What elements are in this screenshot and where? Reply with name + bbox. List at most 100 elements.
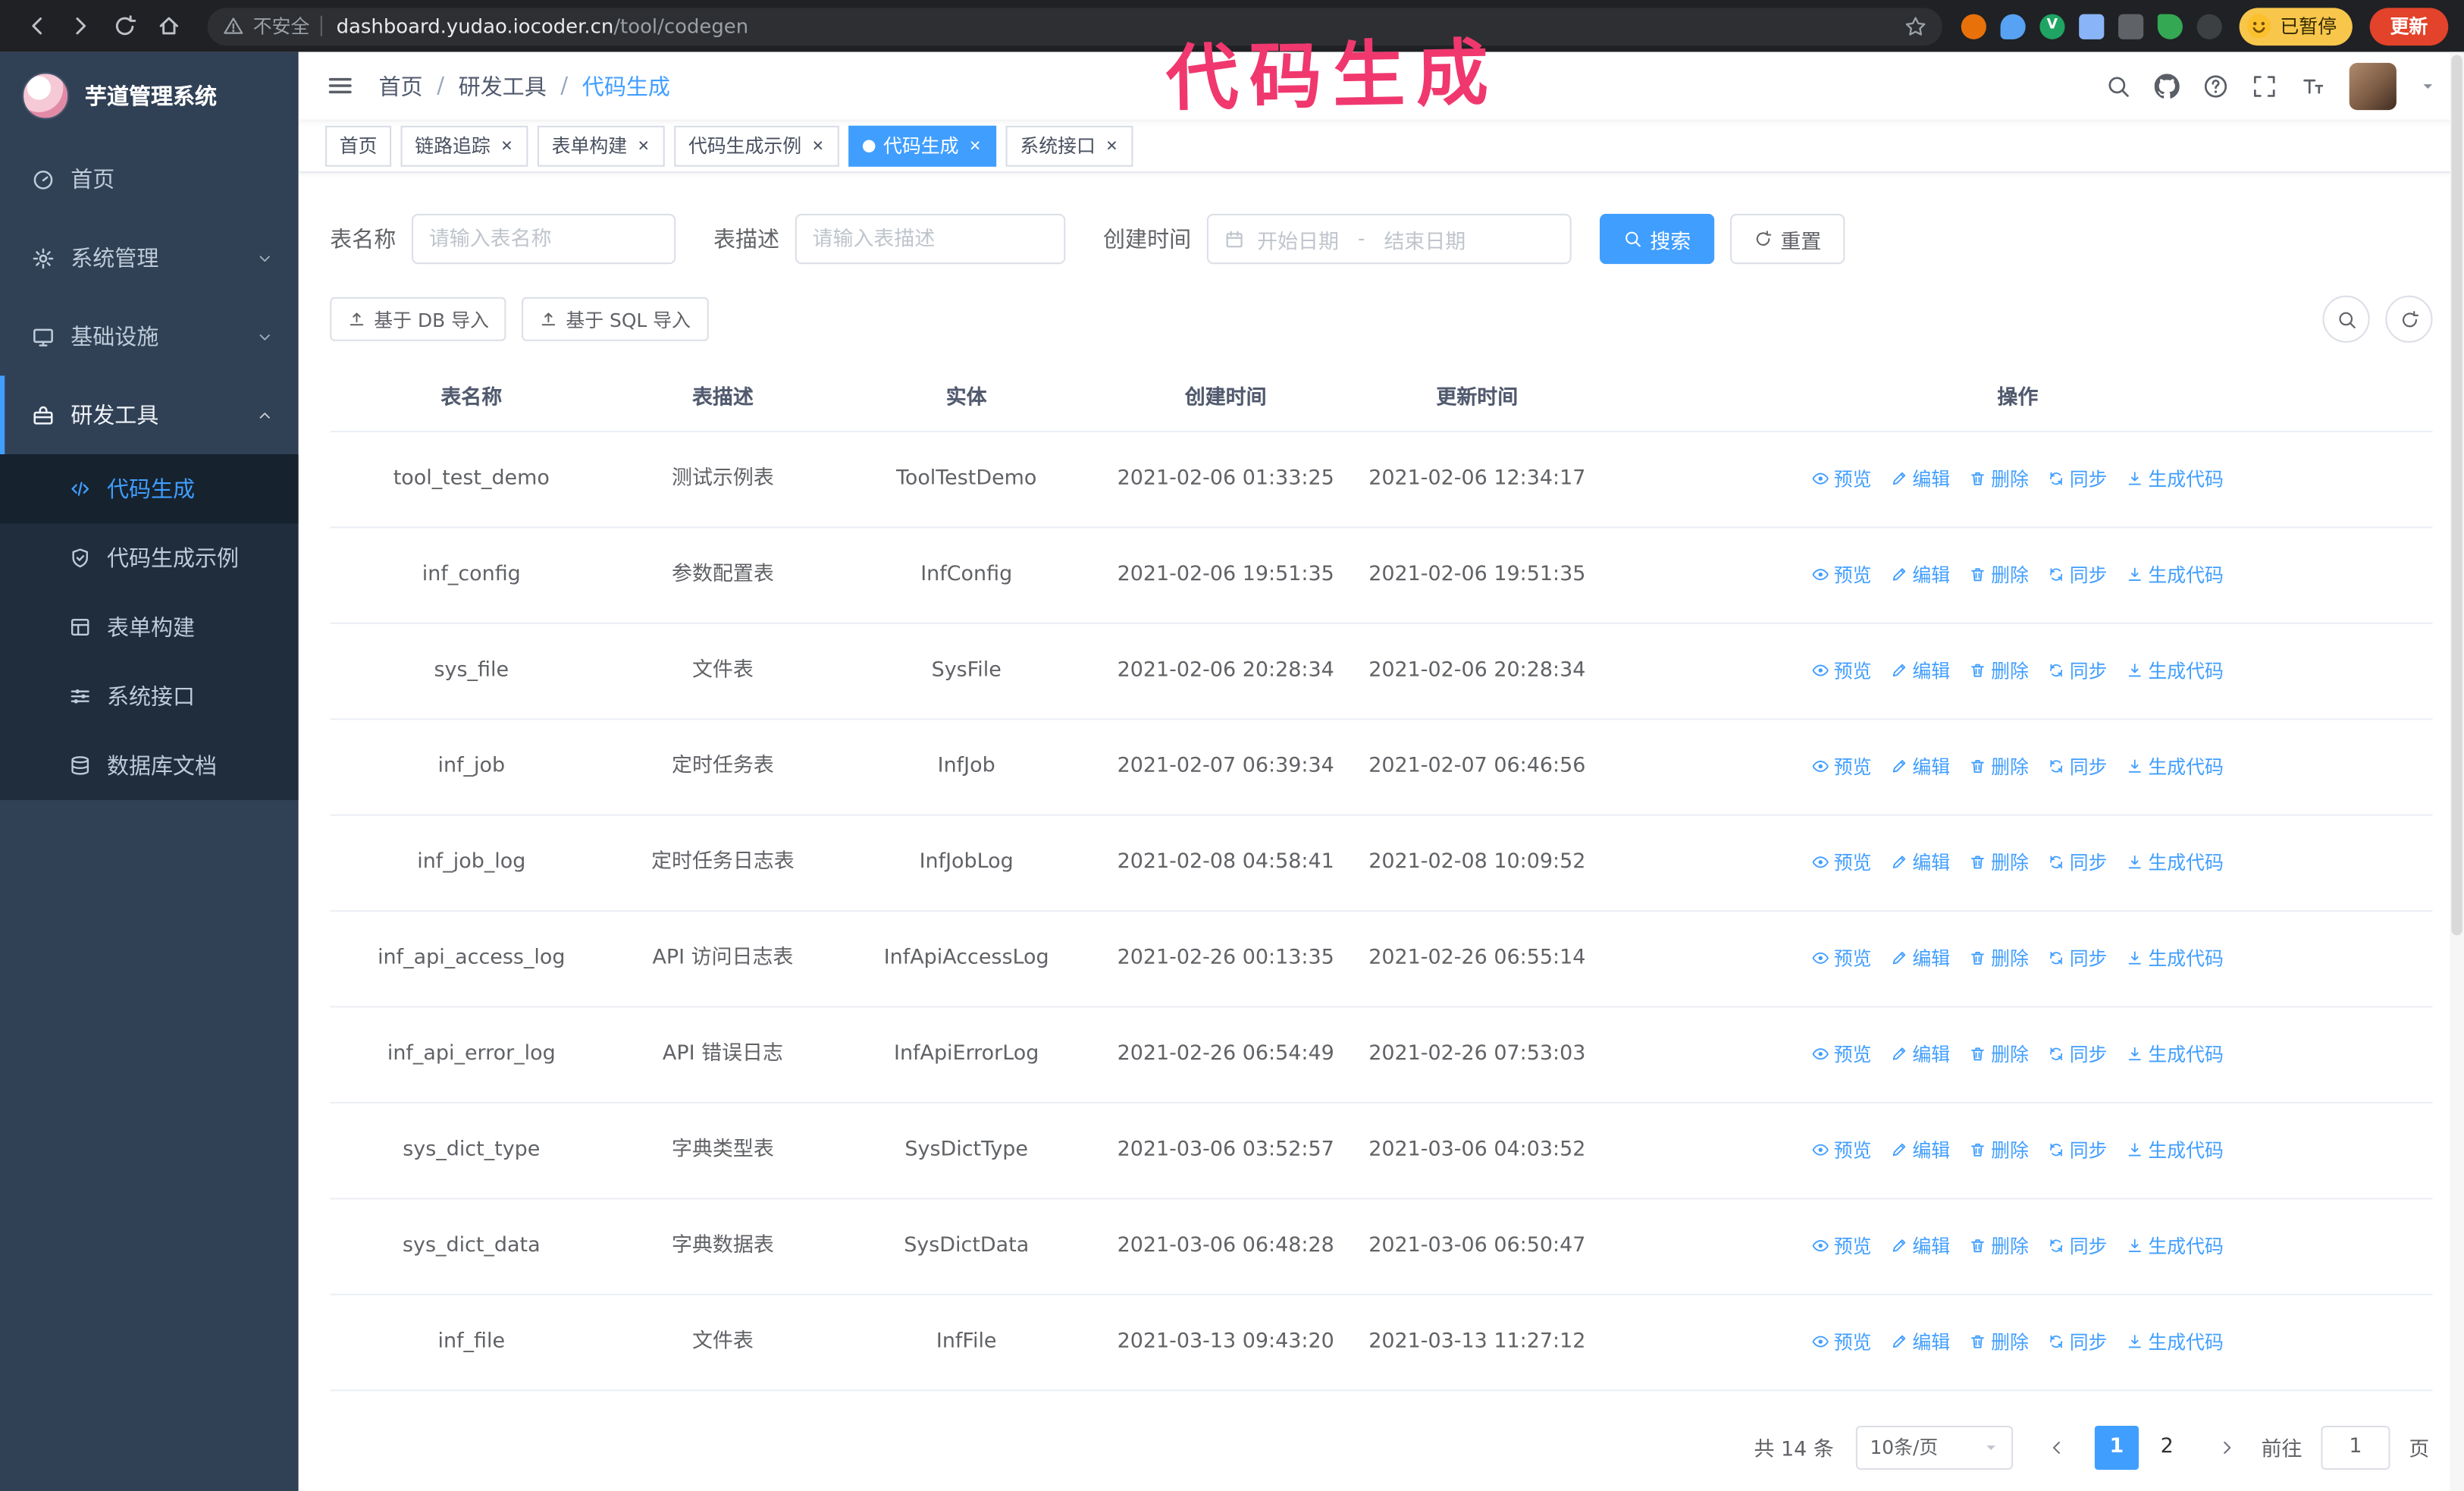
sidebar-item-system-api[interactable]: 系统接口 xyxy=(0,662,299,731)
extension-icon-5[interactable] xyxy=(2118,13,2144,39)
import-sql-button[interactable]: 基于 SQL 导入 xyxy=(522,297,708,341)
toggle-search-button[interactable] xyxy=(2322,295,2370,343)
hamburger-icon[interactable] xyxy=(327,72,353,99)
edit-link[interactable]: 编辑 xyxy=(1890,1232,1950,1260)
profile-paused-badge[interactable]: 已暂停 xyxy=(2239,7,2353,46)
preview-link[interactable]: 预览 xyxy=(1812,848,1872,876)
search-icon[interactable] xyxy=(2105,73,2130,98)
generate-code-link[interactable]: 生成代码 xyxy=(2126,848,2224,876)
app-logo[interactable]: 芋道管理系统 xyxy=(0,52,299,140)
sync-link[interactable]: 同步 xyxy=(2048,944,2108,972)
close-icon[interactable] xyxy=(968,138,983,152)
extension-icon-4[interactable] xyxy=(2079,13,2105,39)
edit-link[interactable]: 编辑 xyxy=(1890,752,1950,780)
sidebar-item-codegen[interactable]: 代码生成 xyxy=(0,454,299,524)
delete-link[interactable]: 删除 xyxy=(1969,1327,2029,1355)
preview-link[interactable]: 预览 xyxy=(1812,1327,1872,1355)
sidebar-item-home[interactable]: 首页 xyxy=(0,140,299,218)
delete-link[interactable]: 删除 xyxy=(1969,656,2029,684)
scrollbar[interactable] xyxy=(2450,52,2464,1491)
sync-link[interactable]: 同步 xyxy=(2048,464,2108,492)
edit-link[interactable]: 编辑 xyxy=(1890,848,1950,876)
preview-link[interactable]: 预览 xyxy=(1812,752,1872,780)
github-icon[interactable] xyxy=(2155,73,2180,98)
search-button[interactable]: 搜索 xyxy=(1600,213,1715,265)
sync-link[interactable]: 同步 xyxy=(2048,1040,2108,1068)
preview-link[interactable]: 预览 xyxy=(1812,1040,1872,1068)
preview-link[interactable]: 预览 xyxy=(1812,464,1872,492)
sidebar-item-dev-tools[interactable]: 研发工具 xyxy=(0,375,299,455)
sidebar-item-form-builder[interactable]: 表单构建 xyxy=(0,592,299,661)
sync-link[interactable]: 同步 xyxy=(2048,848,2108,876)
edit-link[interactable]: 编辑 xyxy=(1890,944,1950,972)
refresh-table-button[interactable] xyxy=(2385,295,2433,343)
home-icon[interactable] xyxy=(148,5,189,46)
generate-code-link[interactable]: 生成代码 xyxy=(2126,1136,2224,1164)
page-number-button[interactable]: 1 xyxy=(2094,1424,2139,1469)
edit-link[interactable]: 编辑 xyxy=(1890,656,1950,684)
generate-code-link[interactable]: 生成代码 xyxy=(2126,656,2224,684)
delete-link[interactable]: 删除 xyxy=(1969,752,2029,780)
bookmark-star-icon[interactable] xyxy=(1904,15,1926,37)
sidebar-item-db-doc[interactable]: 数据库文档 xyxy=(0,731,299,800)
sync-link[interactable]: 同步 xyxy=(2048,752,2108,780)
sidebar-item-infrastructure[interactable]: 基础设施 xyxy=(0,297,299,376)
tab[interactable]: 代码生成示例 xyxy=(674,124,839,166)
sidebar-item-codegen-example[interactable]: 代码生成示例 xyxy=(0,523,299,592)
import-db-button[interactable]: 基于 DB 导入 xyxy=(330,297,506,341)
table-desc-input[interactable] xyxy=(795,213,1066,265)
generate-code-link[interactable]: 生成代码 xyxy=(2126,944,2224,972)
preview-link[interactable]: 预览 xyxy=(1812,560,1872,589)
preview-link[interactable]: 预览 xyxy=(1812,656,1872,684)
generate-code-link[interactable]: 生成代码 xyxy=(2126,752,2224,780)
delete-link[interactable]: 删除 xyxy=(1969,944,2029,972)
extension-icon-7[interactable] xyxy=(2196,13,2222,39)
preview-link[interactable]: 预览 xyxy=(1812,1232,1872,1260)
user-avatar[interactable] xyxy=(2349,61,2397,110)
create-time-range-picker[interactable]: 开始日期 - 结束日期 xyxy=(1206,213,1572,265)
preview-link[interactable]: 预览 xyxy=(1812,944,1872,972)
generate-code-link[interactable]: 生成代码 xyxy=(2126,464,2224,492)
delete-link[interactable]: 删除 xyxy=(1969,848,2029,876)
close-icon[interactable] xyxy=(1105,138,1119,152)
tab[interactable]: 表单构建 xyxy=(537,124,665,166)
close-icon[interactable] xyxy=(500,138,514,152)
breadcrumb-devtools[interactable]: 研发工具 xyxy=(459,70,547,101)
prev-page-button[interactable] xyxy=(2035,1425,2079,1469)
generate-code-link[interactable]: 生成代码 xyxy=(2126,1327,2224,1355)
delete-link[interactable]: 删除 xyxy=(1969,464,2029,492)
edit-link[interactable]: 编辑 xyxy=(1890,1327,1950,1355)
close-icon[interactable] xyxy=(811,138,826,152)
next-page-button[interactable] xyxy=(2205,1425,2249,1469)
edit-link[interactable]: 编辑 xyxy=(1890,464,1950,492)
browser-update-button[interactable]: 更新 xyxy=(2369,7,2449,46)
edit-link[interactable]: 编辑 xyxy=(1890,1136,1950,1164)
breadcrumb-home[interactable]: 首页 xyxy=(379,70,423,101)
question-icon[interactable] xyxy=(2203,73,2228,98)
tab[interactable]: 链路追踪 xyxy=(400,124,528,166)
page-size-select[interactable]: 10条/页 xyxy=(1855,1424,2014,1469)
tab[interactable]: 代码生成 xyxy=(848,124,997,166)
delete-link[interactable]: 删除 xyxy=(1969,1136,2029,1164)
tab[interactable]: 首页 xyxy=(325,124,392,166)
delete-link[interactable]: 删除 xyxy=(1969,1040,2029,1068)
goto-page-input[interactable] xyxy=(2321,1424,2390,1469)
preview-link[interactable]: 预览 xyxy=(1812,1136,1872,1164)
font-size-icon[interactable] xyxy=(2300,73,2325,98)
caret-down-icon[interactable] xyxy=(2420,78,2436,94)
forward-icon[interactable] xyxy=(60,5,101,46)
extension-icon-6[interactable] xyxy=(2157,13,2183,39)
sync-link[interactable]: 同步 xyxy=(2048,560,2108,589)
reset-button[interactable]: 重置 xyxy=(1730,213,1845,265)
page-number-button[interactable]: 2 xyxy=(2145,1424,2190,1469)
fullscreen-icon[interactable] xyxy=(2252,73,2277,98)
sync-link[interactable]: 同步 xyxy=(2048,1327,2108,1355)
generate-code-link[interactable]: 生成代码 xyxy=(2126,1040,2224,1068)
generate-code-link[interactable]: 生成代码 xyxy=(2126,1232,2224,1260)
edit-link[interactable]: 编辑 xyxy=(1890,1040,1950,1068)
sync-link[interactable]: 同步 xyxy=(2048,656,2108,684)
tab[interactable]: 系统接口 xyxy=(1005,124,1133,166)
edit-link[interactable]: 编辑 xyxy=(1890,560,1950,589)
sync-link[interactable]: 同步 xyxy=(2048,1136,2108,1164)
extension-icon-2[interactable] xyxy=(2000,13,2026,39)
